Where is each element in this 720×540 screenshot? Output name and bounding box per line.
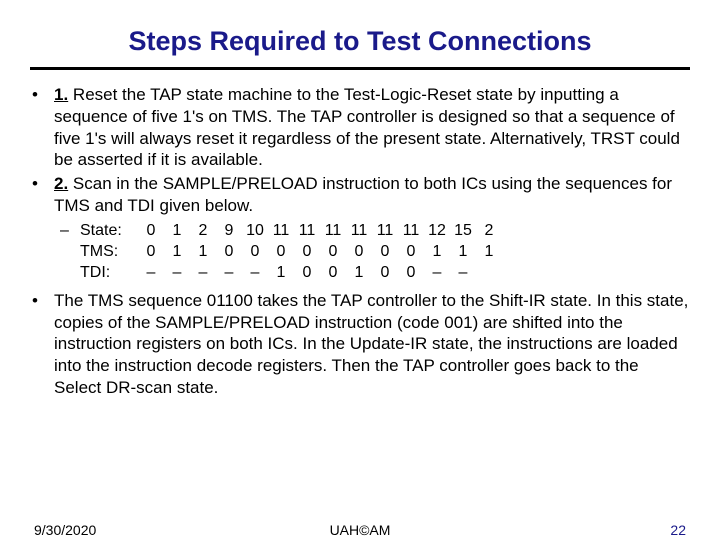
bullet-1: • 1. Reset the TAP state machine to the … (30, 84, 690, 171)
state-cell: 2 (190, 221, 216, 241)
slide-title: Steps Required to Test Connections (30, 20, 690, 67)
tdi-cell: – (190, 263, 216, 283)
state-cell: 11 (320, 221, 346, 241)
tdi-label: TDI: (80, 263, 138, 283)
sub-bullet-sequences: – State: 0 1 2 9 10 11 11 11 11 11 11 12… (60, 221, 690, 284)
tms-cell: 0 (242, 242, 268, 262)
state-cell: 9 (216, 221, 242, 241)
state-cell: 10 (242, 221, 268, 241)
tms-cell: 1 (450, 242, 476, 262)
tdi-cell: 0 (294, 263, 320, 283)
dash-icon: – (60, 221, 80, 284)
tdi-cell: – (450, 263, 476, 283)
title-rule (30, 67, 690, 70)
step-number-2: 2. (54, 174, 68, 193)
state-cell: 11 (294, 221, 320, 241)
step-2-text: Scan in the SAMPLE/PRELOAD instruction t… (54, 174, 672, 215)
tdi-cell: – (216, 263, 242, 283)
tms-cell: 0 (320, 242, 346, 262)
tms-cell: 0 (268, 242, 294, 262)
bullet-body: 2. Scan in the SAMPLE/PRELOAD instructio… (54, 173, 690, 217)
state-cell: 12 (424, 221, 450, 241)
state-cell: 11 (398, 221, 424, 241)
step-1-text: Reset the TAP state machine to the Test-… (54, 85, 680, 169)
bullet-dot: • (30, 173, 54, 217)
tms-cell: 0 (372, 242, 398, 262)
bullet-3: • The TMS sequence 01100 takes the TAP c… (30, 290, 690, 399)
tms-cell: 0 (398, 242, 424, 262)
state-cell: 1 (164, 221, 190, 241)
tdi-cell: 0 (398, 263, 424, 283)
state-cell: 11 (372, 221, 398, 241)
tdi-cell: – (242, 263, 268, 283)
tms-cell: 1 (190, 242, 216, 262)
tdi-cell: 1 (346, 263, 372, 283)
state-cell: 0 (138, 221, 164, 241)
content-area: • 1. Reset the TAP state machine to the … (30, 84, 690, 399)
tdi-cell (476, 263, 502, 283)
tms-cell: 0 (216, 242, 242, 262)
tms-cell: 0 (294, 242, 320, 262)
slide: Steps Required to Test Connections • 1. … (0, 0, 720, 540)
state-cell: 11 (346, 221, 372, 241)
sequence-table: State: 0 1 2 9 10 11 11 11 11 11 11 12 1… (80, 221, 502, 284)
bullet-2: • 2. Scan in the SAMPLE/PRELOAD instruct… (30, 173, 690, 217)
tdi-cell: – (424, 263, 450, 283)
state-cell: 11 (268, 221, 294, 241)
footer-center: UAH©AM (0, 522, 720, 538)
bullet-3-text: The TMS sequence 01100 takes the TAP con… (54, 290, 690, 399)
tms-cell: 1 (476, 242, 502, 262)
footer-page: 22 (670, 522, 686, 538)
bullet-dot: • (30, 290, 54, 399)
tdi-cell: 0 (372, 263, 398, 283)
step-number-1: 1. (54, 85, 68, 104)
tms-cell: 0 (346, 242, 372, 262)
tms-cell: 1 (164, 242, 190, 262)
state-cell: 2 (476, 221, 502, 241)
tms-label: TMS: (80, 242, 138, 262)
bullet-body: 1. Reset the TAP state machine to the Te… (54, 84, 690, 171)
tdi-cell: – (138, 263, 164, 283)
tdi-cell: 0 (320, 263, 346, 283)
tms-cell: 0 (138, 242, 164, 262)
state-label: State: (80, 221, 138, 241)
tdi-cell: – (164, 263, 190, 283)
bullet-dot: • (30, 84, 54, 171)
tdi-cell: 1 (268, 263, 294, 283)
tms-cell: 1 (424, 242, 450, 262)
state-cell: 15 (450, 221, 476, 241)
